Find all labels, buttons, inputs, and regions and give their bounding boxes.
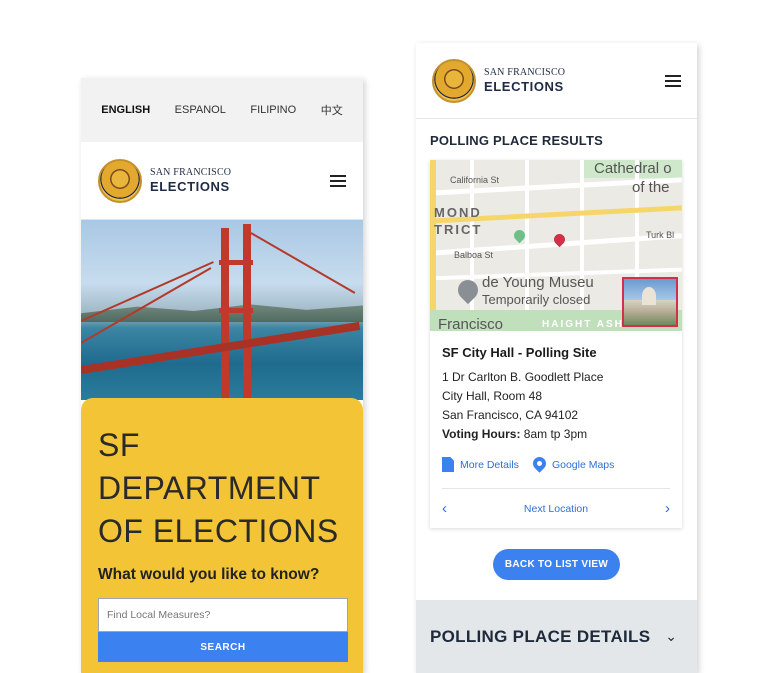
address-line: City Hall, Room 48 <box>442 389 543 403</box>
polling-place-details-accordion[interactable]: POLLING PLACE DETAILS ⌄ <box>416 600 697 673</box>
map-label: MOND <box>434 205 482 220</box>
voting-hours: Voting Hours: 8am tp 3pm <box>442 425 670 444</box>
more-details-link[interactable]: More Details <box>442 457 519 472</box>
map-label: de Young Museu <box>482 274 594 291</box>
home-screen: ENGLISH ESPANOL FILIPINO 中文 SAN FRANCISC… <box>81 78 363 673</box>
hero-title: SF DEPARTMENT OF ELECTIONS <box>98 427 339 549</box>
details-title: POLLING PLACE DETAILS <box>430 626 651 646</box>
brand-line-1: SAN FRANCISCO <box>150 167 232 178</box>
language-filipino[interactable]: FILIPINO <box>250 104 296 116</box>
section-title: POLLING PLACE RESULTS <box>430 133 603 148</box>
voting-hours-label: Voting Hours: <box>442 427 521 441</box>
map-label: Turk Bl <box>646 230 675 240</box>
location-pin-icon <box>530 454 549 473</box>
chevron-right-icon[interactable]: › <box>665 500 670 517</box>
city-seal-logo[interactable] <box>432 58 476 103</box>
map-label: of the <box>632 179 670 196</box>
brand-line-1: SAN FRANCISCO <box>484 67 566 78</box>
map-label: Balboa St <box>454 250 494 260</box>
map-label: TRICT <box>434 222 483 237</box>
hamburger-menu-icon[interactable] <box>330 174 346 187</box>
mockup-stage: ENGLISH ESPANOL FILIPINO 中文 SAN FRANCISC… <box>0 0 778 673</box>
next-location-link[interactable]: Next Location <box>524 503 588 515</box>
language-espanol[interactable]: ESPANOL <box>175 104 226 116</box>
search-button[interactable]: SEARCH <box>98 632 348 662</box>
search-input[interactable] <box>98 598 348 632</box>
brand-line-2: ELECTIONS <box>150 179 230 194</box>
more-details-label: More Details <box>460 458 519 471</box>
map-label: Cathedral o <box>594 160 672 177</box>
city-hall-thumbnail[interactable] <box>622 277 678 327</box>
google-maps-link[interactable]: Google Maps <box>530 454 615 473</box>
result-pager: ‹ Next Location › <box>442 488 670 528</box>
address-line: 1 Dr Carlton B. Goodlett Place <box>442 370 604 384</box>
brand-wordmark[interactable]: SAN FRANCISCO ELECTIONS <box>484 67 566 94</box>
city-seal-logo[interactable] <box>98 158 142 203</box>
site-header: SAN FRANCISCO ELECTIONS <box>416 43 697 119</box>
map-label: Temporarily closed <box>482 292 591 307</box>
brand-wordmark[interactable]: SAN FRANCISCO ELECTIONS <box>150 167 232 194</box>
language-english[interactable]: ENGLISH <box>101 104 150 116</box>
language-bar: ENGLISH ESPANOL FILIPINO 中文 <box>81 78 363 142</box>
chevron-down-icon: ⌄ <box>665 628 677 644</box>
museum-pin-icon[interactable] <box>453 275 483 305</box>
google-maps-label: Google Maps <box>551 458 615 471</box>
address-line: San Francisco, CA 94102 <box>442 408 579 422</box>
polling-results-screen: SAN FRANCISCO ELECTIONS POLLING PLACE RE… <box>416 43 697 673</box>
map-label: California St <box>450 175 500 185</box>
golden-gate-bridge-image <box>81 220 363 400</box>
hamburger-menu-icon[interactable] <box>665 74 681 87</box>
map-label: Francisco <box>438 316 504 331</box>
site-header: SAN FRANCISCO ELECTIONS <box>81 142 363 220</box>
hero-question: What would you like to know? <box>98 566 320 583</box>
language-chinese[interactable]: 中文 <box>321 102 343 118</box>
brand-line-2: ELECTIONS <box>484 79 564 94</box>
voting-hours-value: 8am tp 3pm <box>523 427 588 441</box>
location-map[interactable]: Cathedral o of the California St MOND TR… <box>430 160 682 331</box>
chevron-left-icon[interactable]: ‹ <box>442 500 447 517</box>
polling-site-name: SF City Hall - Polling Site <box>442 345 597 360</box>
polling-result-card: Cathedral o of the California St MOND TR… <box>430 160 682 528</box>
hero-panel: SF DEPARTMENT OF ELECTIONS What would yo… <box>81 398 363 673</box>
result-links: More Details Google Maps <box>442 454 670 473</box>
document-icon <box>442 457 454 472</box>
back-to-list-button[interactable]: BACK TO LIST VIEW <box>493 549 620 580</box>
